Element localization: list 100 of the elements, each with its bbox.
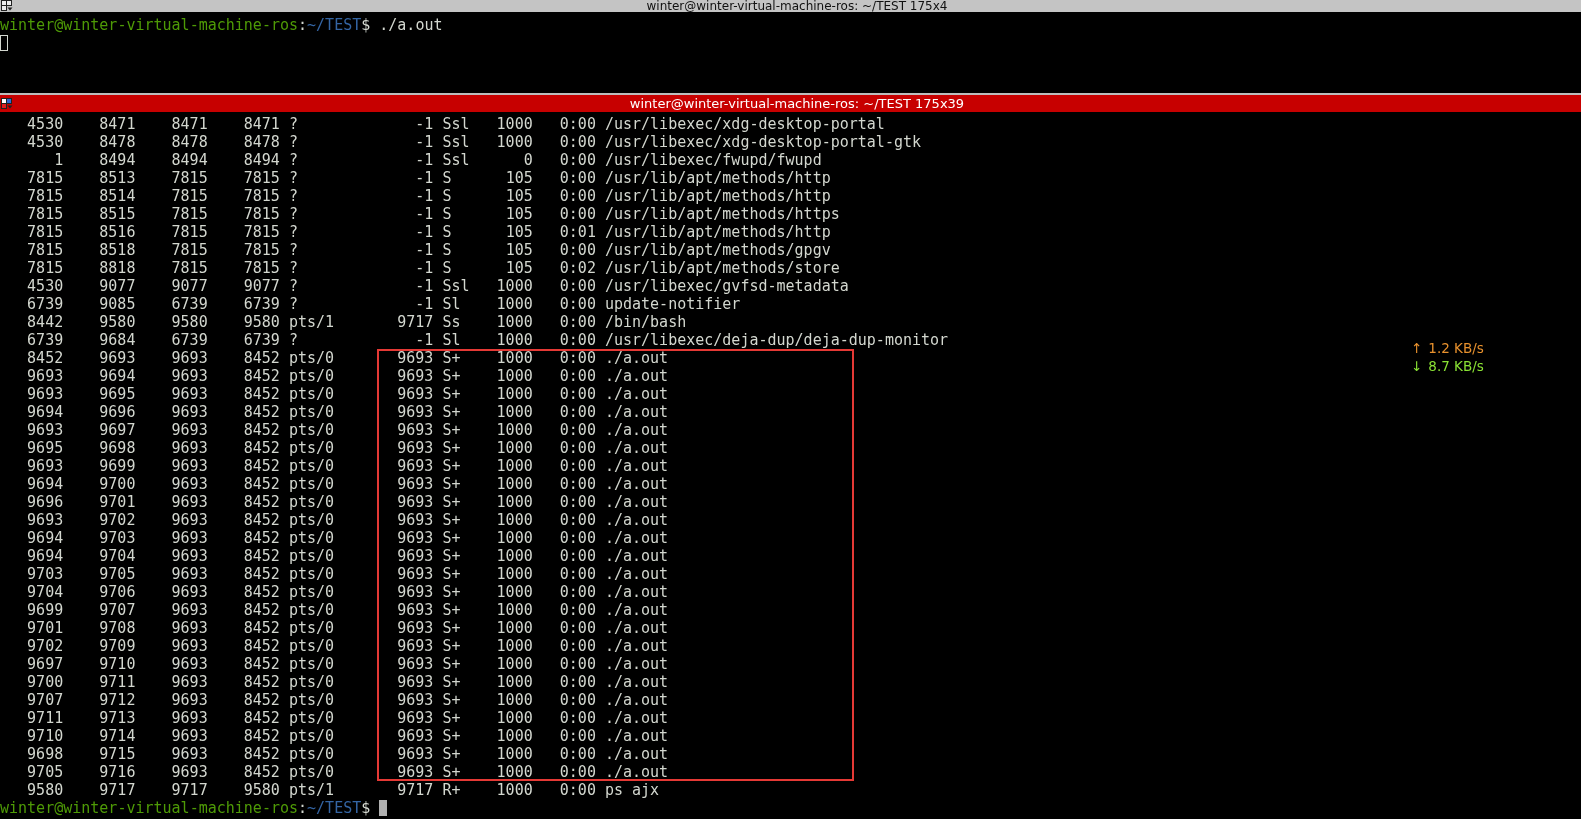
- table-cell-text: 9712: [98, 691, 136, 709]
- table-cell-text: 8471: [98, 115, 136, 133]
- table-cell-text: 9694: [26, 547, 64, 565]
- table-cell-text: 7815: [242, 187, 280, 205]
- table-cell-text: pts/0: [287, 529, 336, 547]
- table-cell-text: 0:00: [558, 781, 596, 799]
- table-cell-text: 9693: [170, 475, 208, 493]
- table-cell-text: 8452: [242, 763, 280, 781]
- table-cell-text: 9693: [396, 763, 434, 781]
- table-cell-text: 1000: [495, 367, 533, 385]
- table-cell-text: 8452: [242, 709, 280, 727]
- table-cell-text: S: [441, 205, 453, 223]
- table-cell-text: 8452: [242, 691, 280, 709]
- table-cell-text: 1000: [495, 421, 533, 439]
- table-cell-text: 7815: [242, 259, 280, 277]
- table-cell-text: 8452: [242, 655, 280, 673]
- table-cell-text: 1000: [495, 619, 533, 637]
- prompt-path: ~/TEST: [307, 799, 362, 817]
- table-cell-text: 8452: [242, 493, 280, 511]
- table-cell-text: 9693: [396, 493, 434, 511]
- table-cell-text: 0:00: [558, 529, 596, 547]
- table-cell-text: 9693: [396, 529, 434, 547]
- table-cell-text: 9702: [26, 637, 64, 655]
- table-cell-text: 0:00: [558, 493, 596, 511]
- table-cell-text: ./a.out: [603, 583, 669, 601]
- table-cell-text: 0:00: [558, 475, 596, 493]
- table-cell-text: 9693: [396, 601, 434, 619]
- table-cell-text: 0:00: [558, 547, 596, 565]
- table-cell-text: 7815: [242, 241, 280, 259]
- table-cell-text: 9704: [98, 547, 136, 565]
- table-cell-text: S+: [441, 529, 462, 547]
- table-cell-text: 0:00: [558, 637, 596, 655]
- table-cell-text: S+: [441, 709, 462, 727]
- table-cell-text: 9710: [98, 655, 136, 673]
- table-cell-text: 9693: [396, 709, 434, 727]
- table-cell-text: 9693: [396, 457, 434, 475]
- table-cell-text: 0:00: [558, 115, 596, 133]
- table-cell-text: 0:00: [558, 583, 596, 601]
- table-cell-text: 8452: [242, 439, 280, 457]
- table-cell-text: ./a.out: [603, 601, 669, 619]
- table-cell-text: ?: [287, 151, 299, 169]
- table-cell-text: 0:00: [558, 709, 596, 727]
- table-cell-text: 105: [504, 187, 533, 205]
- table-cell-text: 1000: [495, 277, 533, 295]
- table-cell-text: S: [441, 223, 453, 241]
- table-cell-text: 9705: [98, 565, 136, 583]
- table-cell-text: pts/0: [287, 709, 336, 727]
- table-cell-text: S+: [441, 439, 462, 457]
- table-cell-text: 9693: [170, 493, 208, 511]
- table-cell-text: 8452: [242, 457, 280, 475]
- window-menu-icon[interactable]: [1, 97, 13, 110]
- table-cell-text: ./a.out: [603, 421, 669, 439]
- window-menu-icon[interactable]: [1, 0, 13, 12]
- table-cell-text: 9693: [396, 655, 434, 673]
- table-cell-text: 9693: [170, 421, 208, 439]
- table-cell-text: 7815: [242, 223, 280, 241]
- table-cell-text: pts/0: [287, 439, 336, 457]
- table-cell-text: 1000: [495, 475, 533, 493]
- table-cell-text: ./a.out: [603, 511, 669, 529]
- table-cell-text: 7815: [170, 205, 208, 223]
- table-cell-text: pts/0: [287, 493, 336, 511]
- table-cell-text: 9693: [170, 457, 208, 475]
- table-cell-text: 8452: [242, 385, 280, 403]
- table-cell-text: 9716: [98, 763, 136, 781]
- table-cell-text: 8452: [242, 511, 280, 529]
- table-cell-text: 9705: [26, 763, 64, 781]
- table-cell-text: 1000: [495, 133, 533, 151]
- table-cell-text: 1000: [495, 763, 533, 781]
- table-cell-text: pts/0: [287, 349, 336, 367]
- table-cell-text: 0:00: [558, 187, 596, 205]
- table-cell-text: 8452: [242, 601, 280, 619]
- table-cell-text: 7815: [170, 259, 208, 277]
- table-cell-text: pts/0: [287, 475, 336, 493]
- table-cell-text: 9714: [98, 727, 136, 745]
- table-cell-text: 7815: [26, 259, 64, 277]
- table-cell-text: 9703: [26, 565, 64, 583]
- table-cell-text: -1: [414, 331, 434, 349]
- table-cell-text: 8452: [242, 727, 280, 745]
- table-cell-text: pts/0: [287, 385, 336, 403]
- table-cell-text: 9693: [26, 385, 64, 403]
- table-cell-text: -1: [414, 259, 434, 277]
- table-cell-text: 9694: [26, 529, 64, 547]
- table-cell-text: 8452: [242, 475, 280, 493]
- table-cell-text: ./a.out: [603, 637, 669, 655]
- table-cell-text: 9696: [98, 403, 136, 421]
- table-cell-text: 9693: [26, 421, 64, 439]
- table-cell-text: 0:00: [558, 169, 596, 187]
- table-cell-text: 9709: [98, 637, 136, 655]
- table-cell-text: 8442: [26, 313, 64, 331]
- table-cell-text: 9693: [26, 511, 64, 529]
- table-cell-text: 9693: [396, 385, 434, 403]
- table-cell-text: pts/0: [287, 673, 336, 691]
- table-cell-text: 7815: [26, 187, 64, 205]
- table-cell-text: ./a.out: [603, 349, 669, 367]
- window-title: winter@winter-virtual-machine-ros: ~/TEST 175x39: [628, 97, 966, 110]
- table-cell-text: 9693: [396, 475, 434, 493]
- table-cell-text: 8513: [98, 169, 136, 187]
- table-cell-text: 9580: [98, 313, 136, 331]
- table-cell-text: 1000: [495, 385, 533, 403]
- table-cell-text: ?: [287, 259, 299, 277]
